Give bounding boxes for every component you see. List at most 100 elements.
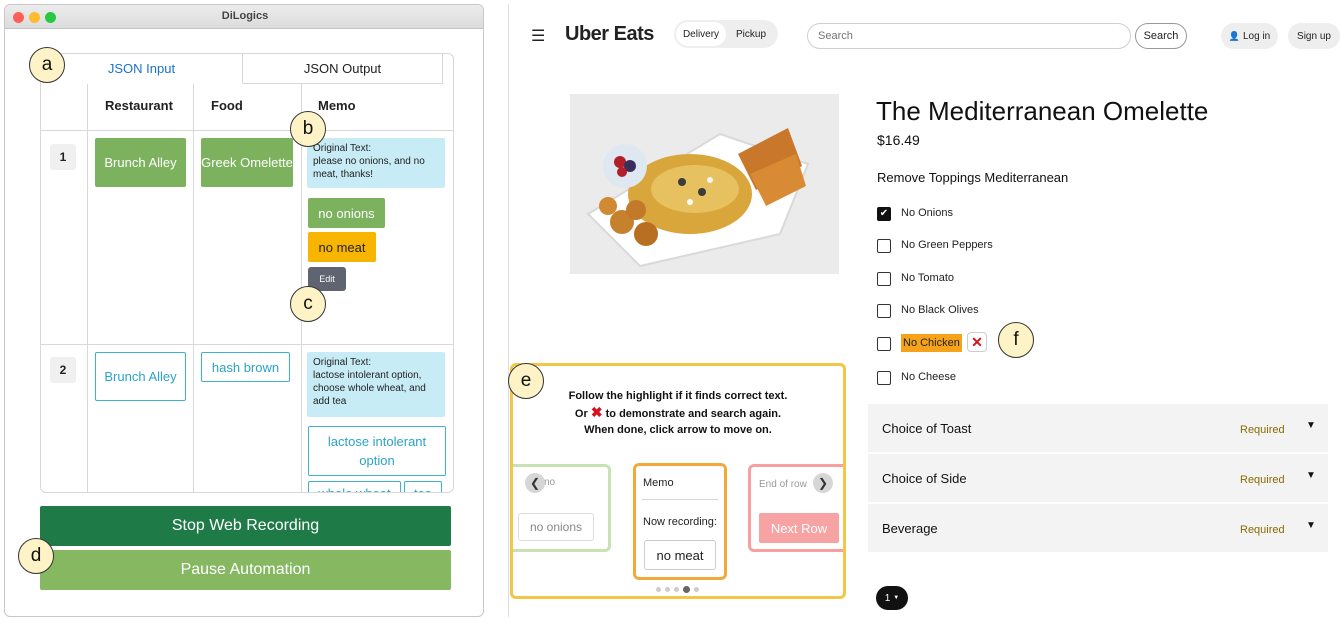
row-divider <box>41 344 453 345</box>
current-card-header: Memo <box>643 477 674 489</box>
instruction-line-3: When done, click arrow to move on. <box>584 424 772 436</box>
signup-button[interactable]: Sign up <box>1288 23 1340 49</box>
option-label: No Green Peppers <box>901 239 993 251</box>
pagination-dot-active[interactable] <box>683 585 690 593</box>
column-divider <box>193 84 194 492</box>
search-input[interactable] <box>807 23 1131 49</box>
uber-eats-logo[interactable]: Uber Eats <box>565 23 654 46</box>
checkbox-no-cheese[interactable] <box>877 371 891 385</box>
user-icon: 👤 <box>1228 30 1240 41</box>
caret-down-icon: ▼ <box>893 595 900 601</box>
column-header-restaurant: Restaurant <box>105 98 173 113</box>
checkbox-no-green-peppers[interactable] <box>877 239 891 253</box>
accordion-choice-of-toast[interactable]: Choice of Toast Required ▼ <box>868 404 1328 452</box>
window-title: DiLogics <box>221 10 269 22</box>
column-header-memo: Memo <box>318 98 356 113</box>
memo-original-text: Original Text: please no onions, and no … <box>307 138 445 188</box>
red-x-icon: ✖ <box>590 404 603 420</box>
memo-chip-tea[interactable]: tea <box>404 481 442 492</box>
accordion-label: Choice of Toast <box>882 421 972 436</box>
restaurant-cell-chip[interactable]: Brunch Alley <box>95 352 186 401</box>
chevron-left-icon[interactable]: ❮ <box>525 473 545 493</box>
previous-card-label: no <box>544 477 556 488</box>
card-divider <box>642 499 718 500</box>
chevron-down-icon: ▼ <box>1306 520 1316 531</box>
pagination-dot[interactable] <box>665 586 670 592</box>
memo-chip-no-meat[interactable]: no meat <box>308 232 376 262</box>
accordion-label: Beverage <box>882 521 938 536</box>
required-badge: Required <box>1240 474 1285 486</box>
chevron-right-icon[interactable]: ❯ <box>813 473 833 493</box>
search-button[interactable]: Search <box>1135 23 1187 49</box>
option-label: No Cheese <box>901 371 957 383</box>
previous-column-card: no no onions <box>513 464 611 552</box>
pagination-dot[interactable] <box>656 586 661 592</box>
checkbox-no-black-olives[interactable] <box>877 304 891 318</box>
tab-json-output[interactable]: JSON Output <box>243 54 443 84</box>
login-label: Log in <box>1242 30 1271 42</box>
accordion-label: Choice of Side <box>882 471 967 486</box>
hamburger-icon[interactable]: ☰ <box>531 26 545 46</box>
accordion-beverage[interactable]: Beverage Required ▼ <box>868 504 1328 552</box>
previous-card-chip: no onions <box>518 513 594 541</box>
callout-b: b <box>290 111 326 147</box>
chevron-down-icon: ▼ <box>1306 420 1316 431</box>
memo-original-text: Original Text: lactose intolerant option… <box>307 352 445 417</box>
memo-chip-no-onions[interactable]: no onions <box>308 198 385 228</box>
tab-json-input[interactable]: JSON Input <box>41 54 243 84</box>
login-button[interactable]: 👤 Log in <box>1221 23 1278 49</box>
pagination-dot[interactable] <box>694 586 699 592</box>
required-badge: Required <box>1240 524 1285 536</box>
callout-c: c <box>290 286 326 322</box>
dilogics-window: DiLogics JSON Input JSON Output Restaura… <box>4 4 484 617</box>
toggle-delivery[interactable]: Delivery <box>676 22 726 46</box>
overlay-instructions: Follow the highlight if it finds correct… <box>513 388 843 438</box>
title-bar: DiLogics <box>5 5 483 29</box>
recording-status: Now recording: <box>643 516 717 528</box>
reject-highlight-x-icon[interactable]: ✕ <box>967 332 987 352</box>
row-number: 1 <box>50 144 76 170</box>
memo-chip-whole-wheat[interactable]: whole wheat <box>308 481 401 492</box>
option-label: No Onions <box>901 207 953 219</box>
callout-e: e <box>508 363 544 399</box>
next-card-label: End of row <box>759 479 807 490</box>
pagination-dot[interactable] <box>674 586 679 592</box>
recording-value-chip: no meat <box>644 540 716 570</box>
pause-automation-button[interactable]: Pause Automation <box>40 550 451 590</box>
food-cell-chip[interactable]: hash brown <box>201 352 290 382</box>
option-label: No Tomato <box>901 272 954 284</box>
column-header-food: Food <box>211 98 243 113</box>
checkbox-no-onions[interactable]: ✔ <box>877 207 891 221</box>
callout-a: a <box>29 47 65 83</box>
instruction-line-2: Or ✖ to demonstrate and search again. <box>513 404 843 422</box>
callout-f: f <box>998 322 1034 358</box>
guidance-overlay: Follow the highlight if it finds correct… <box>510 363 846 599</box>
option-label-highlighted: No Chicken <box>901 334 962 352</box>
toggle-pickup[interactable]: Pickup <box>726 22 776 46</box>
restaurant-cell-chip[interactable]: Brunch Alley <box>95 138 186 187</box>
required-badge: Required <box>1240 424 1285 436</box>
accordion-choice-of-side[interactable]: Choice of Side Required ▼ <box>868 454 1328 502</box>
json-panel: JSON Input JSON Output Restaurant Food M… <box>40 53 454 493</box>
instruction-suffix: to demonstrate and search again. <box>605 408 782 420</box>
delivery-pickup-toggle: Delivery Pickup <box>674 20 778 48</box>
next-row-button[interactable]: Next Row <box>759 513 839 543</box>
row-number: 2 <box>50 357 76 383</box>
chevron-down-icon: ▼ <box>1306 470 1316 481</box>
food-photo <box>570 94 839 274</box>
food-cell-chip[interactable]: Greek Omelette <box>201 138 293 187</box>
pagination-dots <box>656 585 699 593</box>
quantity-selector[interactable]: 1 ▼ <box>876 586 908 610</box>
quantity-value: 1 <box>884 592 891 604</box>
stop-web-recording-button[interactable]: Stop Web Recording <box>40 506 451 546</box>
remove-toppings-title: Remove Toppings Mediterranean <box>877 170 1069 185</box>
callout-d: d <box>18 538 54 574</box>
checkbox-no-chicken[interactable] <box>877 337 891 351</box>
checkbox-no-tomato[interactable] <box>877 272 891 286</box>
instruction-prefix: Or <box>574 408 588 420</box>
header-divider <box>41 130 453 131</box>
option-label: No Black Olives <box>901 304 979 316</box>
memo-chip-lactose[interactable]: lactose intolerant option <box>308 426 446 476</box>
item-price: $16.49 <box>877 132 920 148</box>
column-divider <box>87 84 88 492</box>
